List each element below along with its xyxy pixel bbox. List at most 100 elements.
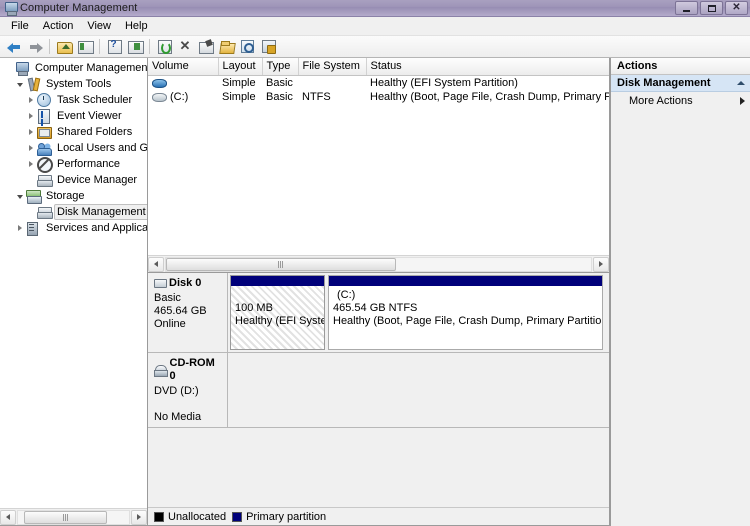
actions-group-disk-management[interactable]: Disk Management bbox=[611, 75, 750, 92]
disk-row-cdrom-0: CD-ROM 0 DVD (D:) No Media bbox=[148, 353, 609, 428]
chevron-right-icon[interactable] bbox=[24, 108, 37, 124]
column-header-status[interactable]: Status bbox=[366, 58, 609, 76]
tree-scroll-left-button[interactable] bbox=[0, 509, 16, 525]
clock-icon bbox=[37, 93, 53, 107]
legend-primary-partition-label: Primary partition bbox=[246, 510, 327, 523]
export-list-icon[interactable] bbox=[259, 38, 279, 56]
toolbar: ✕ bbox=[0, 36, 750, 58]
disk-legend: Unallocated Primary partition bbox=[148, 507, 609, 525]
chevron-right-icon[interactable] bbox=[24, 140, 37, 156]
menu-action[interactable]: Action bbox=[36, 18, 81, 34]
menu-bar: File Action View Help bbox=[0, 17, 750, 36]
title-bar[interactable]: Computer Management ✕ bbox=[0, 0, 750, 17]
sidebar-item-shared-folders[interactable]: Shared Folders bbox=[2, 124, 147, 140]
sidebar-item-local-users-and-groups[interactable]: Local Users and Groups bbox=[2, 140, 147, 156]
tree-scroll-right-button[interactable] bbox=[131, 509, 147, 525]
tree-horizontal-scrollbar[interactable] bbox=[0, 508, 147, 525]
show-hide-action-pane-icon[interactable] bbox=[125, 38, 145, 56]
users-group-icon bbox=[37, 142, 53, 156]
action-more-actions[interactable]: More Actions bbox=[611, 92, 750, 110]
partition-c-details: (C:) 465.54 GB NTFS Healthy (Boot, Page Fi… bbox=[329, 286, 602, 349]
sidebar-item-computer-management-local[interactable]: Computer Management (Local bbox=[2, 60, 147, 76]
chevron-down-icon[interactable] bbox=[13, 188, 26, 204]
back-icon[interactable] bbox=[4, 38, 24, 56]
close-button[interactable]: ✕ bbox=[725, 1, 748, 15]
open-folder-icon[interactable] bbox=[217, 38, 237, 56]
sidebar-item-task-scheduler[interactable]: Task Scheduler bbox=[2, 92, 147, 108]
sidebar-item-label: Performance bbox=[57, 158, 120, 170]
sidebar-item-device-manager[interactable]: Device Manager bbox=[2, 172, 147, 188]
tree-scroll-track[interactable] bbox=[17, 509, 130, 525]
up-one-level-folder-icon[interactable] bbox=[54, 38, 74, 56]
delete-icon[interactable]: ✕ bbox=[175, 38, 195, 56]
window-body: Computer Management (Local System Tools Ta… bbox=[0, 58, 750, 526]
cdrom-0-info[interactable]: CD-ROM 0 DVD (D:) No Media bbox=[148, 353, 228, 427]
chevron-right-icon[interactable] bbox=[13, 220, 26, 236]
cdrom-0-info-line bbox=[154, 398, 222, 411]
menu-help[interactable]: Help bbox=[118, 18, 155, 34]
volume-label: (C:) bbox=[170, 90, 189, 103]
sidebar-item-label: Local Users and Groups bbox=[57, 142, 147, 154]
partition-efi-status: Healthy (EFI System P bbox=[235, 315, 324, 327]
column-header-volume[interactable]: Volume bbox=[148, 58, 219, 76]
disk-0-info[interactable]: Disk 0 Basic 465.64 GB Online bbox=[148, 273, 228, 352]
legend-unallocated: Unallocated bbox=[154, 511, 226, 523]
menu-file[interactable]: File bbox=[4, 18, 36, 34]
column-header-file-system[interactable]: File System bbox=[298, 58, 367, 76]
sidebar-item-services-and-applications[interactable]: Services and Applications bbox=[2, 220, 147, 236]
volume-scroll-left-button[interactable] bbox=[148, 256, 164, 272]
chevron-down-icon[interactable] bbox=[13, 76, 26, 92]
partition-efi[interactable]: 100 MBHealthy (EFI System P bbox=[230, 275, 325, 350]
disk-0-title: Disk 0 bbox=[169, 277, 202, 289]
chevron-up-icon[interactable] bbox=[737, 81, 745, 85]
chevron-right-icon[interactable] bbox=[24, 156, 37, 172]
up-one-level-folder-icon bbox=[56, 40, 73, 54]
volume-scroll-thumb[interactable] bbox=[166, 257, 396, 271]
tree-scroll-thumb[interactable] bbox=[24, 510, 107, 524]
volume-scroll-right-button[interactable] bbox=[593, 256, 609, 272]
export-list-icon bbox=[262, 40, 276, 54]
minimize-button[interactable] bbox=[675, 1, 698, 15]
partition-efi-size: 100 MB bbox=[235, 302, 273, 314]
sidebar-item-system-tools[interactable]: System Tools bbox=[2, 76, 147, 92]
sidebar-item-event-viewer[interactable]: Event Viewer bbox=[2, 108, 147, 124]
actions-pane-filler bbox=[611, 110, 750, 526]
volume-list-horizontal-scrollbar[interactable] bbox=[148, 255, 609, 272]
volume-scroll-track[interactable] bbox=[165, 256, 592, 272]
legend-primary-partition-swatch bbox=[232, 511, 243, 522]
maximize-button[interactable] bbox=[700, 1, 723, 15]
legend-unallocated-swatch bbox=[154, 511, 164, 522]
chevron-right-icon[interactable] bbox=[740, 97, 745, 105]
column-header-type[interactable]: Type bbox=[262, 58, 299, 76]
show-hide-console-tree-icon[interactable] bbox=[75, 38, 95, 56]
legend-unallocated-label: Unallocated bbox=[168, 510, 227, 523]
volume-cell: (C:) bbox=[148, 90, 218, 104]
search-icon[interactable] bbox=[238, 38, 258, 56]
table-row[interactable]: Simple Basic Healthy (EFI System Partition… bbox=[148, 75, 609, 90]
partition-c[interactable]: (C:) 465.54 GB NTFS Healthy (Boot, Page Fi… bbox=[328, 275, 603, 350]
column-header-layout[interactable]: Layout bbox=[218, 58, 263, 76]
volume-cell bbox=[148, 75, 218, 90]
sidebar-item-storage[interactable]: Storage bbox=[2, 188, 147, 204]
chevron-right-icon[interactable] bbox=[24, 124, 37, 140]
forward-icon[interactable] bbox=[25, 38, 45, 56]
computer-icon bbox=[4, 2, 18, 16]
partition-efi-capacity-bar bbox=[231, 276, 324, 286]
disk-0-partitions: 100 MBHealthy (EFI System P(C:)465.54 GB… bbox=[228, 273, 609, 352]
actions-item-list: More Actions bbox=[611, 92, 750, 110]
cell-layout: Simple bbox=[222, 76, 256, 89]
sidebar-item-label: Computer Management (Local bbox=[35, 62, 147, 74]
sidebar-item-performance[interactable]: Performance bbox=[2, 156, 147, 173]
properties-icon[interactable] bbox=[196, 38, 216, 56]
help-icon[interactable] bbox=[104, 38, 124, 56]
cdrom-0-title: CD-ROM 0 bbox=[169, 357, 215, 382]
volume-list-pane: VolumeLayoutTypeFile SystemStatusCapacit… bbox=[148, 58, 610, 273]
refresh-icon[interactable] bbox=[154, 38, 174, 56]
chevron-right-icon[interactable] bbox=[24, 92, 37, 108]
menu-view[interactable]: View bbox=[80, 18, 118, 34]
volume-list-scroll-area: VolumeLayoutTypeFile SystemStatusCapacit… bbox=[148, 58, 609, 255]
show-hide-console-tree-icon bbox=[77, 40, 94, 54]
table-row[interactable]: (C:) Simple Basic NTFS Healthy (Boot, Page F… bbox=[148, 90, 609, 104]
sidebar-item-disk-management[interactable]: Disk Management bbox=[2, 204, 147, 220]
